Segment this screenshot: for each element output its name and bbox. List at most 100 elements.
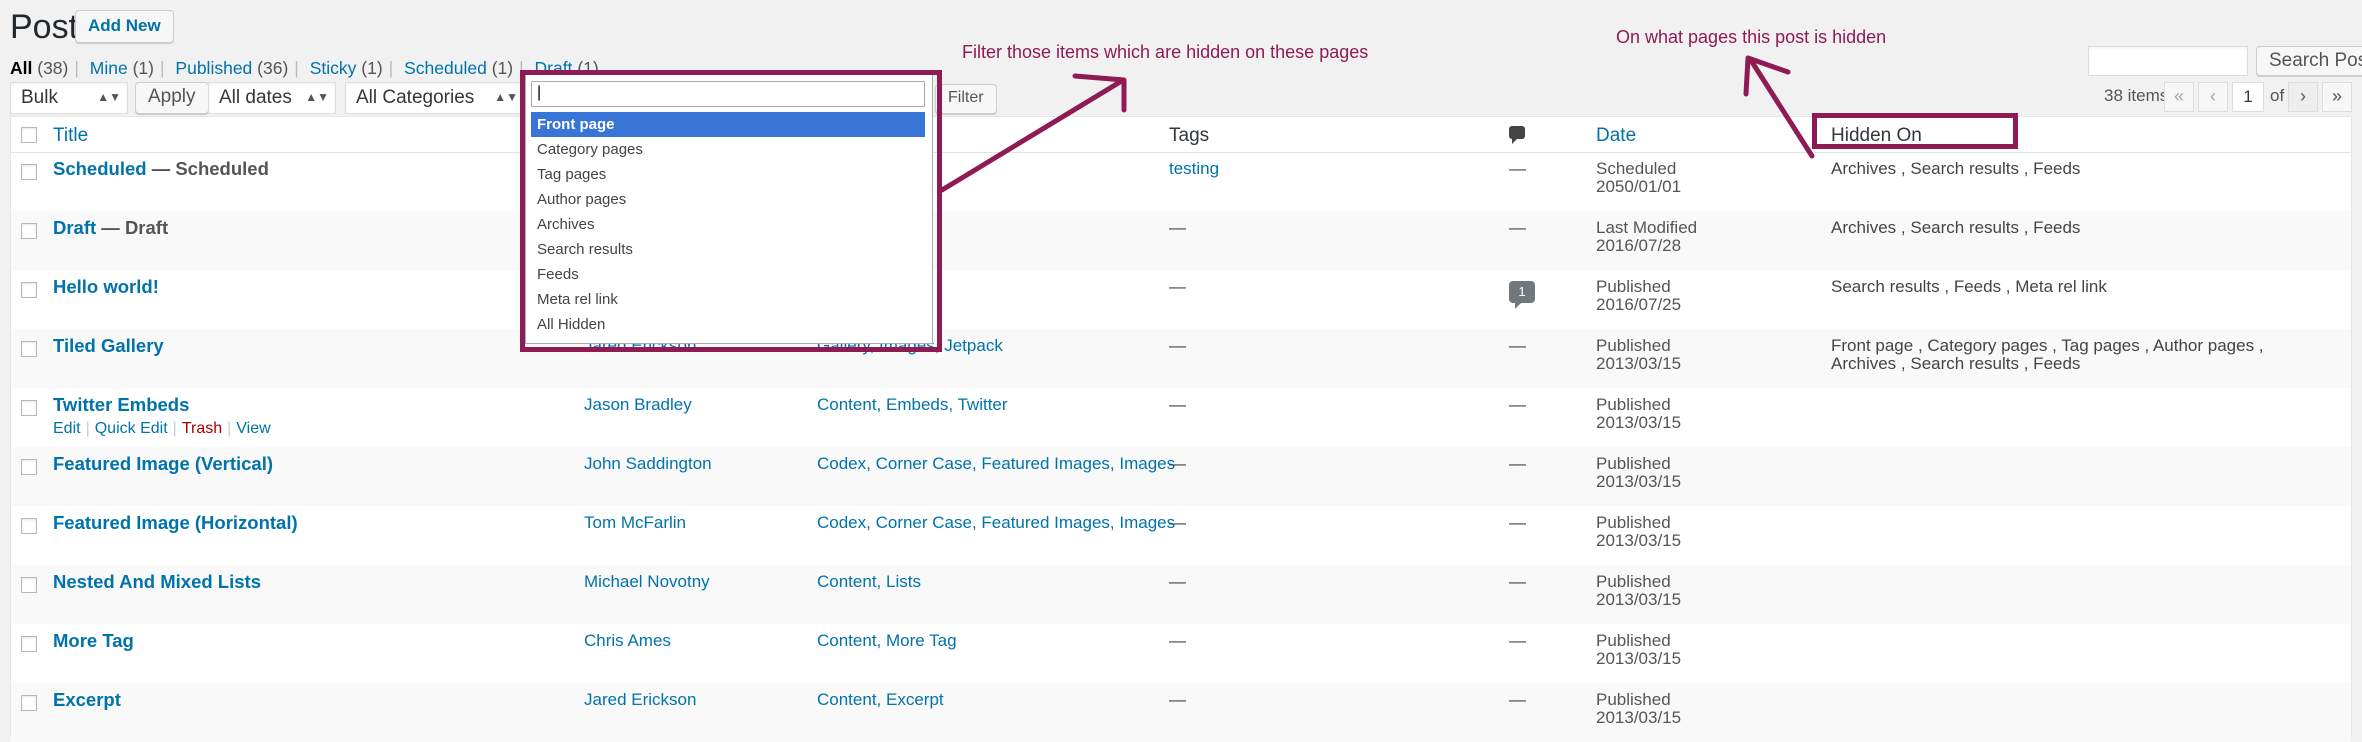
last-page-button[interactable]: »: [2322, 82, 2352, 112]
annotation-box-dropdown: [520, 70, 942, 352]
post-title-link[interactable]: Featured Image (Vertical): [53, 453, 273, 474]
edit-link[interactable]: Edit: [53, 420, 81, 437]
row-checkbox[interactable]: [21, 282, 37, 298]
view-scheduled[interactable]: Scheduled: [404, 58, 487, 78]
post-date: Published 2013/03/15: [1596, 513, 1682, 550]
quick-edit-link[interactable]: Quick Edit: [95, 420, 168, 437]
post-hidden-on: Search results , Feeds , Meta rel link: [1831, 277, 2107, 296]
post-author[interactable]: John Saddington: [584, 455, 712, 473]
post-author[interactable]: Jason Bradley: [584, 396, 692, 414]
post-categories[interactable]: Content, Embeds, Twitter: [817, 396, 1008, 414]
row-checkbox[interactable]: [21, 577, 37, 593]
view-mine[interactable]: Mine: [90, 58, 128, 78]
search-input[interactable]: [2088, 46, 2248, 76]
prev-page-button[interactable]: ‹: [2198, 82, 2228, 112]
add-new-button[interactable]: Add New: [75, 10, 174, 43]
post-comments: —: [1509, 631, 1526, 650]
post-date: Published 2013/03/15: [1596, 336, 1682, 373]
post-date: Published 2016/07/25: [1596, 277, 1682, 314]
post-date: Published 2013/03/15: [1596, 631, 1682, 668]
post-categories[interactable]: Content, More Tag: [817, 632, 957, 650]
view-sticky[interactable]: Sticky: [310, 58, 357, 78]
post-title-link[interactable]: Excerpt: [53, 689, 121, 710]
row-actions: Edit | Quick Edit | Trash | View: [53, 420, 271, 437]
post-title-link[interactable]: Featured Image (Horizontal): [53, 512, 298, 533]
post-title-link[interactable]: Nested And Mixed Lists: [53, 571, 261, 592]
arrow-head-filter: [1072, 73, 1127, 113]
post-tags: —: [1169, 454, 1186, 473]
items-count: 38 items: [2104, 86, 2169, 105]
comment-bubble-icon[interactable]: [1509, 126, 1525, 144]
post-categories[interactable]: Content, Excerpt: [817, 691, 944, 709]
filter-button[interactable]: Filter: [935, 84, 997, 114]
table-row: Nested And Mixed Lists Michael Novotny C…: [11, 565, 2351, 624]
post-tags: —: [1169, 572, 1186, 591]
post-title-link[interactable]: Tiled Gallery: [53, 335, 164, 356]
post-date: Last Modified 2016/07/28: [1596, 218, 1698, 255]
dates-filter-select[interactable]: All dates ▲▼: [208, 82, 336, 114]
row-checkbox[interactable]: [21, 695, 37, 711]
first-page-button[interactable]: «: [2164, 82, 2194, 112]
row-checkbox[interactable]: [21, 341, 37, 357]
annotation-box-hidden-on: [1812, 113, 2018, 149]
post-categories[interactable]: Content, Lists: [817, 573, 921, 591]
post-tags: —: [1169, 690, 1186, 709]
post-date: Published 2013/03/15: [1596, 690, 1682, 727]
post-comments: —: [1509, 336, 1526, 355]
view-all[interactable]: All: [10, 58, 32, 78]
comment-count-bubble[interactable]: 1: [1509, 281, 1535, 309]
column-date-header[interactable]: Date: [1596, 125, 1636, 147]
post-hidden-on: Archives , Search results , Feeds: [1831, 159, 2081, 178]
post-categories[interactable]: Codex, Corner Case, Featured Images, Ima…: [817, 455, 1175, 473]
post-author[interactable]: Chris Ames: [584, 632, 671, 650]
row-checkbox[interactable]: [21, 518, 37, 534]
row-checkbox[interactable]: [21, 459, 37, 475]
trash-link[interactable]: Trash: [182, 420, 222, 437]
post-title-link[interactable]: Twitter Embeds: [53, 394, 189, 415]
post-title-link[interactable]: More Tag: [53, 630, 134, 651]
post-title-link[interactable]: Hello world!: [53, 276, 159, 297]
post-date: Published 2013/03/15: [1596, 572, 1682, 609]
post-title-link[interactable]: Draft: [53, 217, 96, 238]
up-down-arrows-icon: ▲▼: [97, 90, 121, 104]
post-tags[interactable]: testing: [1169, 160, 1219, 178]
post-tags: —: [1169, 336, 1186, 355]
table-row: Featured Image (Horizontal) Tom McFarlin…: [11, 506, 2351, 565]
table-row: Excerpt Jared Erickson Content, Excerpt …: [11, 683, 2351, 742]
post-comments: —: [1509, 159, 1526, 178]
current-page-input[interactable]: 1: [2232, 82, 2264, 112]
posts-table: Title Tags Date Hidden On Scheduled — Sc…: [10, 116, 2352, 742]
post-comments: —: [1509, 690, 1526, 709]
post-tags: —: [1169, 513, 1186, 532]
post-categories[interactable]: Codex, Corner Case, Featured Images, Ima…: [817, 514, 1175, 532]
categories-filter-select[interactable]: All Categories ▲▼: [345, 82, 525, 114]
row-checkbox[interactable]: [21, 400, 37, 416]
table-row: Featured Image (Vertical) John Saddingto…: [11, 447, 2351, 506]
apply-button[interactable]: Apply: [135, 82, 209, 114]
table-row: Twitter Embeds Edit | Quick Edit | Trash | Vie…: [11, 388, 2351, 447]
next-page-button[interactable]: ›: [2288, 82, 2318, 112]
post-tags: —: [1169, 631, 1186, 650]
post-tags: —: [1169, 395, 1186, 414]
column-title-header[interactable]: Title: [53, 125, 88, 147]
table-row: Scheduled — Scheduled ed testing — Sched…: [11, 152, 2351, 211]
select-all-checkbox[interactable]: [21, 127, 37, 143]
bulk-actions-select[interactable]: Bulk Actions▲▼: [10, 82, 128, 137]
up-down-arrows-icon: ▲▼: [494, 90, 518, 104]
column-tags-header: Tags: [1169, 125, 1210, 146]
post-comments: —: [1509, 395, 1526, 414]
post-title-link[interactable]: Scheduled: [53, 158, 147, 179]
row-checkbox[interactable]: [21, 223, 37, 239]
post-author[interactable]: Tom McFarlin: [584, 514, 686, 532]
table-row: Draft — Draft ed — — Last Modified2016/0…: [11, 211, 2351, 270]
view-published[interactable]: Published: [175, 58, 252, 78]
row-checkbox[interactable]: [21, 636, 37, 652]
search-posts-button[interactable]: Search Posts: [2256, 46, 2362, 76]
arrow-head-hidden: [1743, 55, 1791, 97]
post-author[interactable]: Michael Novotny: [584, 573, 710, 591]
table-row: Hello world! — 1 Published 2016/07/25 Sea…: [11, 270, 2351, 329]
post-comments: —: [1509, 218, 1526, 237]
post-author[interactable]: Jared Erickson: [584, 691, 696, 709]
row-checkbox[interactable]: [21, 164, 37, 180]
view-link[interactable]: View: [236, 420, 270, 437]
